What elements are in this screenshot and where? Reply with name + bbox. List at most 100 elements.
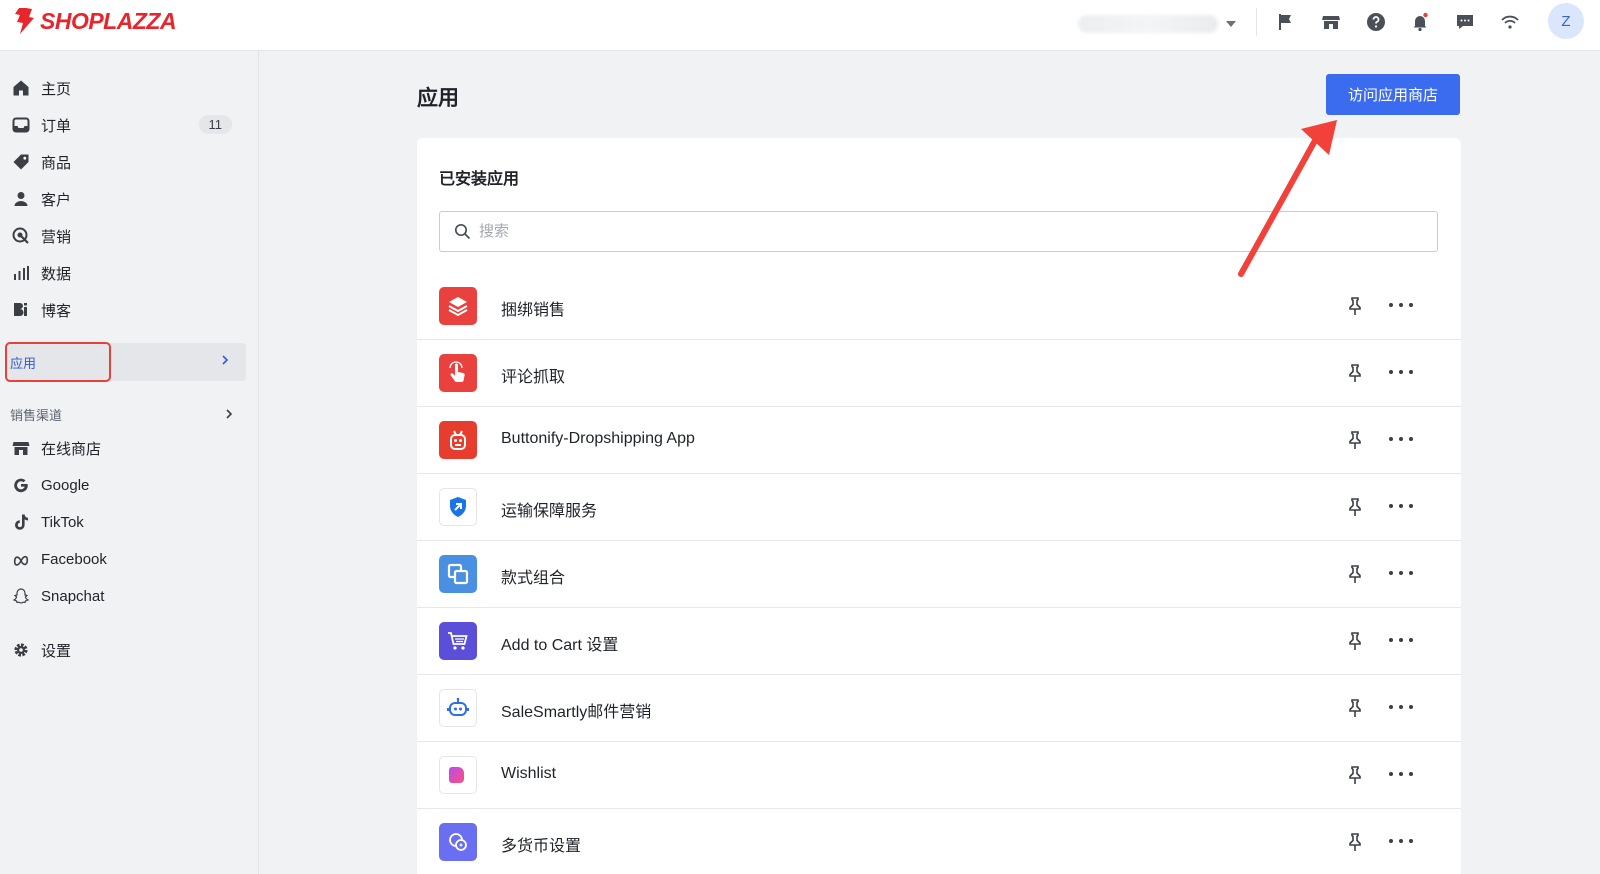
app-name: 捆绑销售 xyxy=(501,302,566,319)
sidebar-item-label: 数据 xyxy=(41,265,72,283)
target-icon xyxy=(10,225,32,247)
sidebar-item-label: 博客 xyxy=(41,302,72,320)
sidebar: 主页 订单 11 商品 客户 营销 数据 博客 应用 销售渠道 在线商店 Goo… xyxy=(0,51,259,874)
person-icon xyxy=(10,188,32,210)
sidebar-item-customers[interactable]: 客户 xyxy=(6,182,246,216)
installed-apps-card: 已安装应用 捆绑销售 评论抓取 Buttonify-Dropshipping A… xyxy=(417,138,1461,874)
sidebar-item-marketing[interactable]: 营销 xyxy=(6,219,246,253)
chevron-right-icon xyxy=(222,355,229,365)
layers-icon xyxy=(439,287,477,325)
help-icon[interactable] xyxy=(1363,9,1389,35)
sidebar-item-blog[interactable]: 博客 xyxy=(6,293,246,327)
pin-icon[interactable] xyxy=(1346,564,1364,584)
app-name: 款式组合 xyxy=(501,570,566,587)
visit-app-store-button[interactable]: 访问应用商店 xyxy=(1326,74,1460,115)
sidebar-item-analytics[interactable]: 数据 xyxy=(6,256,246,290)
app-row[interactable]: SaleSmartly邮件营销 xyxy=(417,675,1461,742)
sidebar-item-label: 主页 xyxy=(41,80,72,98)
search-input[interactable] xyxy=(479,223,1379,240)
search-icon xyxy=(454,223,471,240)
app-row[interactable]: 运输保障服务 xyxy=(417,474,1461,541)
sidebar-item-settings[interactable]: 设置 xyxy=(6,633,246,667)
bell-icon[interactable] xyxy=(1407,9,1433,35)
app-row[interactable]: Buttonify-Dropshipping App xyxy=(417,407,1461,474)
cart-icon xyxy=(439,622,477,660)
sidebar-item-label: Snapchat xyxy=(41,587,105,605)
pin-icon[interactable] xyxy=(1346,698,1364,718)
sidebar-item-label: TikTok xyxy=(41,513,84,531)
snapchat-icon xyxy=(10,585,32,607)
chat-icon[interactable] xyxy=(1452,9,1478,35)
more-options-icon[interactable] xyxy=(1389,703,1413,711)
shoplazza-logo-icon xyxy=(15,8,34,34)
app-name: Wishlist xyxy=(501,765,557,782)
sidebar-item-google[interactable]: Google xyxy=(6,468,246,502)
pin-icon[interactable] xyxy=(1346,631,1364,651)
pin-icon[interactable] xyxy=(1346,430,1364,450)
inbox-icon xyxy=(10,114,32,136)
top-bar: SHOPLAZZA Z xyxy=(0,0,1600,51)
app-name: 多货币设置 xyxy=(501,838,582,855)
sidebar-item-snapchat[interactable]: Snapchat xyxy=(6,579,246,613)
more-options-icon[interactable] xyxy=(1389,502,1413,510)
sidebar-item-home[interactable]: 主页 xyxy=(6,71,246,105)
sales-channels-heading: 销售渠道 xyxy=(10,408,63,423)
sidebar-item-facebook[interactable]: Facebook xyxy=(6,542,246,576)
store-name-blurred xyxy=(1078,15,1218,33)
meta-icon xyxy=(10,548,32,570)
store-selector[interactable] xyxy=(1078,12,1238,36)
flag-icon[interactable] xyxy=(1273,9,1299,35)
caret-down-icon xyxy=(1226,21,1236,27)
app-name: Buttonify-Dropshipping App xyxy=(501,430,695,447)
app-name: 运输保障服务 xyxy=(501,503,598,520)
pin-icon[interactable] xyxy=(1346,363,1364,383)
app-row[interactable]: 评论抓取 xyxy=(417,340,1461,407)
pin-icon[interactable] xyxy=(1346,497,1364,517)
wifi-icon[interactable] xyxy=(1497,9,1523,35)
app-row[interactable]: Wishlist xyxy=(417,742,1461,809)
more-options-icon[interactable] xyxy=(1389,569,1413,577)
pin-icon[interactable] xyxy=(1346,765,1364,785)
more-options-icon[interactable] xyxy=(1389,636,1413,644)
sidebar-item-label: Google xyxy=(41,476,90,494)
page-title: 应用 xyxy=(417,87,459,110)
shoplazza-logo[interactable]: SHOPLAZZA xyxy=(10,6,177,36)
tiktok-icon xyxy=(10,511,32,533)
brand-name: SHOPLAZZA xyxy=(40,7,177,34)
app-row[interactable]: 捆绑销售 xyxy=(417,273,1461,340)
pin-icon[interactable] xyxy=(1346,296,1364,316)
search-box[interactable] xyxy=(439,211,1438,252)
app-row[interactable]: 款式组合 xyxy=(417,541,1461,608)
chevron-right-icon[interactable] xyxy=(222,407,236,421)
shield-arrow-icon xyxy=(439,488,477,526)
sidebar-item-label: 客户 xyxy=(41,191,72,209)
annotation-highlight-box xyxy=(5,342,111,382)
more-options-icon[interactable] xyxy=(1389,368,1413,376)
top-divider xyxy=(1256,8,1257,36)
overlap-squares-icon xyxy=(439,555,477,593)
avatar[interactable]: Z xyxy=(1548,3,1584,39)
pin-icon[interactable] xyxy=(1346,832,1364,852)
sidebar-item-label: 在线商店 xyxy=(41,440,102,458)
more-options-icon[interactable] xyxy=(1389,770,1413,778)
tag-icon xyxy=(10,151,32,173)
sidebar-item-label: Facebook xyxy=(41,550,107,568)
sidebar-item-tiktok[interactable]: TikTok xyxy=(6,505,246,539)
bar-chart-icon xyxy=(10,262,32,284)
heart-icon xyxy=(439,756,477,794)
sidebar-item-label: 商品 xyxy=(41,154,72,172)
app-row[interactable]: Add to Cart 设置 xyxy=(417,608,1461,675)
sidebar-item-orders[interactable]: 订单 11 xyxy=(6,108,246,142)
app-name: SaleSmartly邮件营销 xyxy=(501,704,652,721)
sidebar-item-label: 订单 xyxy=(41,117,72,135)
more-options-icon[interactable] xyxy=(1389,435,1413,443)
store-icon[interactable] xyxy=(1318,9,1344,35)
app-row[interactable]: 多货币设置 xyxy=(417,809,1461,874)
sidebar-item-online-store[interactable]: 在线商店 xyxy=(6,431,246,465)
app-name: Add to Cart 设置 xyxy=(501,637,619,654)
more-options-icon[interactable] xyxy=(1389,301,1413,309)
more-options-icon[interactable] xyxy=(1389,837,1413,845)
app-name: 评论抓取 xyxy=(501,369,566,386)
sidebar-item-label: 设置 xyxy=(41,642,72,660)
sidebar-item-products[interactable]: 商品 xyxy=(6,145,246,179)
